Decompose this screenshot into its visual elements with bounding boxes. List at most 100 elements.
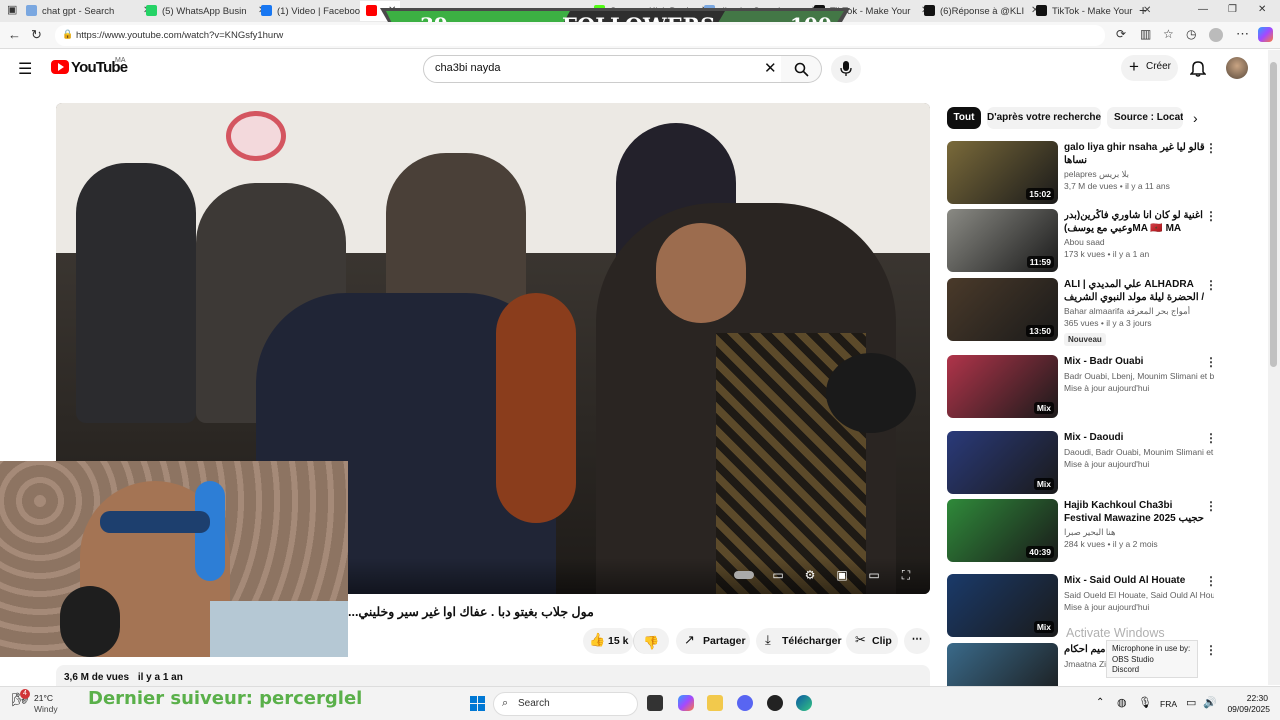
recommendation-title[interactable]: ALI | علي المديدي ALHADRA الحضرة ليلة مو… xyxy=(1064,278,1209,304)
back-icon[interactable]: ← xyxy=(8,27,21,42)
obs-studio-icon[interactable] xyxy=(767,695,783,711)
display-icon[interactable]: ▭ xyxy=(1186,696,1196,709)
recommendation-channel[interactable]: هنا البحير صبرا xyxy=(1064,527,1214,538)
recommendation-title[interactable]: galo liya ghir nsaha قالو ليا غير نساها xyxy=(1064,141,1209,167)
scrollbar-thumb[interactable] xyxy=(1270,62,1277,367)
profile-icon[interactable] xyxy=(1209,28,1223,42)
task-view-icon[interactable] xyxy=(647,695,663,711)
video-thumbnail[interactable]: 11:59 xyxy=(947,209,1058,272)
copilot-icon[interactable] xyxy=(1258,27,1273,42)
more-options-icon[interactable]: ⋮ xyxy=(1205,209,1217,223)
settings-gear-icon[interactable]: ⚙ xyxy=(801,568,819,582)
url-field[interactable]: 🔒 https://www.youtube.com/watch?v=KNGsfy… xyxy=(55,25,1105,46)
browser-tab[interactable]: chat gpt - Search✕ xyxy=(20,1,155,21)
download-button[interactable]: ⤓ Télécharger xyxy=(756,628,842,654)
more-options-icon[interactable]: ⋮ xyxy=(1205,431,1217,445)
show-hidden-icons-icon[interactable]: ⌃ xyxy=(1096,697,1104,708)
chip-all[interactable]: Tout xyxy=(947,107,981,129)
chip-source[interactable]: Source : Locatio xyxy=(1107,107,1183,129)
video-thumbnail[interactable]: Mix xyxy=(947,431,1058,494)
recommendation-item[interactable]: 11:59 اغنية لو كان انا شاوري فاڭرين(بدر و… xyxy=(947,209,1219,275)
weather-widget[interactable]: 🌬 4 xyxy=(12,689,30,710)
theater-mode-icon[interactable]: ▭ xyxy=(865,568,883,582)
more-options-icon[interactable]: ⋮ xyxy=(1205,141,1217,155)
subtitles-icon[interactable]: ▭ xyxy=(769,568,787,582)
more-menu-icon[interactable]: ⋯ xyxy=(1236,26,1249,42)
more-options-icon[interactable]: ⋮ xyxy=(1205,499,1217,513)
close-window-icon[interactable]: ✕ xyxy=(1258,4,1266,15)
recommendation-item[interactable]: Mix Mix - Daoudi Daoudi, Badr Ouabi, Mouni… xyxy=(947,431,1219,497)
search-button[interactable] xyxy=(781,55,822,83)
favorites-icon[interactable]: ☆ xyxy=(1163,27,1174,41)
recommendation-channel[interactable]: pelapres بلا بريس xyxy=(1064,169,1214,180)
clear-search-icon[interactable]: ✕ xyxy=(764,59,777,77)
recommendation-channel[interactable]: Said Oueld El Houate, Said Ould Al Houat… xyxy=(1064,590,1214,600)
browser-tab[interactable]: (1) Video | Faceboo✕ xyxy=(255,1,375,21)
share-button[interactable]: ↗ Partager xyxy=(676,628,750,654)
avatar[interactable] xyxy=(1226,57,1248,79)
video-thumbnail[interactable]: Mix xyxy=(947,355,1058,418)
windows-start-icon[interactable] xyxy=(470,696,485,711)
volume-icon[interactable]: 🔊 xyxy=(1203,696,1217,709)
thumbs-up-icon: 👍 xyxy=(589,632,606,647)
hamburger-menu-icon[interactable]: ☰ xyxy=(18,59,32,79)
chip-from-search[interactable]: D'après votre recherche xyxy=(987,107,1101,129)
miniplayer-icon[interactable]: ▣ xyxy=(833,568,851,582)
video-thumbnail[interactable]: 15:02 xyxy=(947,141,1058,204)
recommendation-item[interactable]: 15:02 galo liya ghir nsaha قالو ليا غير ن… xyxy=(947,141,1219,207)
more-options-icon[interactable]: ⋮ xyxy=(1205,355,1217,369)
split-screen-icon[interactable]: ▥ xyxy=(1140,27,1151,41)
recommendation-title[interactable]: Mix - Daoudi xyxy=(1064,431,1209,444)
clock-time[interactable]: 22:30 xyxy=(1226,693,1268,703)
minimize-icon[interactable]: — xyxy=(1198,4,1208,15)
network-icon[interactable]: ◍ xyxy=(1117,696,1127,709)
discord-icon[interactable] xyxy=(737,695,753,711)
microphone-tray-icon[interactable]: 🎙 xyxy=(1138,696,1152,709)
language-indicator[interactable]: FRA xyxy=(1160,699,1177,709)
recommendation-item[interactable]: Mix Mix - Badr Ouabi Badr Ouabi, Lbenj, Mo… xyxy=(947,355,1219,421)
file-explorer-icon[interactable] xyxy=(707,695,723,711)
voice-search-button[interactable] xyxy=(831,55,861,83)
recommendation-channel[interactable]: Badr Ouabi, Lbenj, Mounim Slimani et bie… xyxy=(1064,371,1214,381)
more-options-icon[interactable]: ⋮ xyxy=(1205,574,1217,588)
recommendation-channel[interactable]: Abou saad xyxy=(1064,237,1214,247)
fullscreen-icon[interactable]: ⛶ xyxy=(897,568,915,582)
recommendation-item[interactable]: 40:39 Hajib Kachkoul Cha3bi Festival Mawa… xyxy=(947,499,1219,565)
video-thumbnail[interactable]: 40:39 xyxy=(947,499,1058,562)
recommendation-item[interactable]: 13:50 ALI | علي المديدي ALHADRA الحضرة لي… xyxy=(947,278,1219,346)
more-options-icon[interactable]: ⋮ xyxy=(1205,643,1217,657)
recommendation-title[interactable]: Mix - Said Ould Al Houate xyxy=(1064,574,1209,587)
video-thumbnail[interactable]: 13:50 xyxy=(947,278,1058,341)
new-tab-icon[interactable]: + xyxy=(1139,2,1147,18)
extensions-icon[interactable]: ⟳ xyxy=(1116,27,1126,41)
create-button[interactable]: + Créer xyxy=(1121,55,1178,81)
clock-date[interactable]: 09/09/2025 xyxy=(1220,704,1270,714)
page-scrollbar[interactable] xyxy=(1268,50,1280,685)
chip-next-arrow-icon[interactable]: › xyxy=(1193,110,1198,126)
video-thumbnail[interactable]: Mix xyxy=(947,574,1058,637)
recommendation-title[interactable]: اغنية لو كان انا شاوري فاڭرين(بدر وعبي م… xyxy=(1064,209,1209,235)
copilot-taskbar-icon[interactable] xyxy=(678,695,694,711)
notifications-bell-icon[interactable] xyxy=(1190,60,1206,77)
reload-icon[interactable]: ↻ xyxy=(31,27,42,43)
recommendation-channel[interactable]: Daoudi, Badr Ouabi, Mounim Slimani et b.… xyxy=(1064,447,1214,457)
more-options-icon[interactable]: ⋮ xyxy=(1205,278,1217,292)
maximize-icon[interactable]: ❐ xyxy=(1228,4,1237,15)
search-input[interactable]: cha3bi nayda ✕ xyxy=(423,55,783,83)
taskbar-search[interactable]: ⌕ Search xyxy=(493,692,638,716)
browser-tab[interactable]: (6)Réponse à @KLI✕ xyxy=(918,1,1043,21)
clip-button[interactable]: ✂ Clip xyxy=(846,628,898,654)
browser-tab[interactable]: TikTok - Make Your✕ xyxy=(1030,1,1155,21)
browser-tab[interactable]: (5) WhatsApp Busin✕ xyxy=(140,1,270,21)
more-actions-button[interactable]: ⋯ xyxy=(904,628,930,654)
history-icon[interactable]: ◷ xyxy=(1186,27,1196,41)
dislike-button[interactable]: 👎 xyxy=(633,628,669,654)
recommendation-title[interactable]: Hajib Kachkoul Cha3bi Festival Mawazine … xyxy=(1064,499,1209,525)
recommendation-title[interactable]: Mix - Badr Ouabi xyxy=(1064,355,1209,368)
tab-actions-icon[interactable]: ▣ xyxy=(7,3,17,16)
edge-browser-icon[interactable] xyxy=(796,695,812,711)
like-button[interactable]: 👍 15 k xyxy=(583,628,633,654)
autoplay-toggle[interactable] xyxy=(734,568,754,582)
recommendation-channel[interactable]: Bahar almaarifa أمواج بحر المعرفة xyxy=(1064,306,1214,317)
youtube-logo-icon[interactable] xyxy=(51,60,69,74)
